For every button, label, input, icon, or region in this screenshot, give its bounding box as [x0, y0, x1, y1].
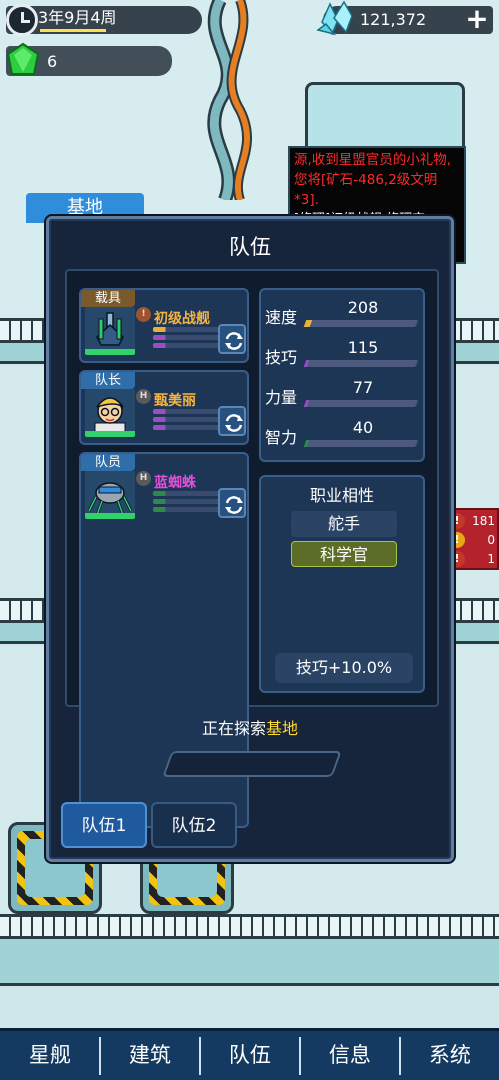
explore-progress-field	[162, 751, 342, 777]
team-panel: 队伍 载具 ! 初级战舰 队长 H 甄美丽 队员 H 蓝蜘蛛 速度 208 技巧…	[46, 216, 454, 862]
explore-status: 正在探索基地	[49, 715, 451, 739]
week-progress-bar	[40, 29, 106, 32]
nav-team[interactable]: 队伍	[200, 1031, 300, 1080]
alert-count: 1	[487, 552, 495, 566]
rank-badge-icon: H	[136, 389, 151, 404]
member-slots: 载具 ! 初级战舰 队长 H 甄美丽 队员 H 蓝蜘蛛	[79, 288, 249, 828]
slot-captain[interactable]: 队长 H 甄美丽	[79, 370, 249, 445]
cable-machine-icon	[207, 0, 253, 200]
stat-bar	[303, 360, 419, 367]
stat-bar	[153, 499, 223, 504]
affinity-title: 职业相性	[309, 486, 374, 505]
crew-portrait	[85, 471, 135, 519]
stat-value: 115	[347, 338, 379, 357]
panel-title: 队伍	[229, 235, 271, 259]
crystal-count: 121,372	[360, 10, 427, 29]
nav-building[interactable]: 建筑	[100, 1031, 200, 1080]
swap-icon	[225, 496, 243, 514]
alert-row: ! 1	[449, 551, 497, 569]
gem-icon	[6, 42, 40, 75]
hp-bar	[85, 513, 135, 519]
gem-count: 6	[47, 52, 58, 71]
affinity-item: 科学官	[291, 541, 397, 567]
bottom-nav: 星舰 建筑 队伍 信息 系统	[0, 1028, 499, 1080]
nav-system[interactable]: 系统	[400, 1031, 499, 1080]
slot-name: 初级战舰	[154, 311, 210, 327]
alert-row: ! 0	[449, 532, 497, 550]
swap-icon	[225, 414, 243, 432]
stat-bar	[153, 335, 223, 340]
hp-bar	[85, 431, 135, 437]
stat-bar	[153, 491, 223, 496]
stat-label: 力量	[265, 388, 298, 407]
stat-value: 40	[352, 418, 374, 437]
explore-location: 基地	[266, 719, 299, 738]
floor-bottom	[0, 986, 499, 1030]
slot-stat-bars	[153, 409, 223, 433]
stat-bar	[153, 409, 223, 414]
stat-fill	[303, 360, 310, 367]
slot-tag: 载具	[81, 290, 135, 307]
stat-intelligence: 智力 40	[265, 418, 421, 448]
tab-team-1[interactable]: 队伍1	[61, 802, 147, 848]
stat-strength: 力量 77	[265, 378, 421, 408]
captain-portrait	[85, 389, 135, 437]
stat-label: 技巧	[265, 348, 298, 367]
swap-button[interactable]	[218, 406, 246, 436]
crystal-icon	[316, 0, 353, 36]
stat-value: 77	[352, 378, 374, 397]
hp-bar	[85, 349, 135, 355]
team-stats: 速度 208 技巧 115 力量 77 智力 40	[259, 288, 425, 462]
date-text: 3年9月4周	[38, 8, 117, 27]
swap-button[interactable]	[218, 324, 246, 354]
nav-info[interactable]: 信息	[300, 1031, 400, 1080]
swap-icon	[225, 332, 243, 350]
tab-team-2[interactable]: 队伍2	[151, 802, 237, 848]
alert-row: ! 181	[449, 513, 497, 531]
rank-badge-icon: !	[136, 307, 151, 322]
stat-bar	[153, 327, 223, 332]
slot-stat-bars	[153, 327, 223, 351]
swap-button[interactable]	[218, 488, 246, 518]
slot-name: 蓝蜘蛛	[154, 475, 196, 491]
ship-portrait	[85, 307, 135, 355]
stat-label: 智力	[265, 428, 298, 447]
stat-label: 速度	[265, 308, 298, 327]
stat-bar	[303, 400, 419, 407]
job-affinity: 职业相性 舵手 科学官 技巧+10.0%	[259, 475, 425, 693]
slot-stat-bars	[153, 491, 223, 515]
slot-tag: 队员	[81, 454, 135, 471]
stat-fill	[303, 400, 310, 407]
rank-badge-icon: H	[136, 471, 151, 486]
team-detail: 载具 ! 初级战舰 队长 H 甄美丽 队员 H 蓝蜘蛛 速度 208 技巧 11…	[65, 269, 439, 828]
stat-bar	[303, 320, 419, 327]
alert-count: 181	[472, 514, 495, 528]
alert-count: 0	[487, 533, 495, 547]
affinity-bonus: 技巧+10.0%	[275, 653, 413, 683]
stat-bar	[303, 440, 419, 447]
stat-bar	[153, 343, 223, 348]
explore-prefix: 正在探索	[201, 719, 266, 738]
nav-ship[interactable]: 星舰	[0, 1031, 100, 1080]
slot-name: 甄美丽	[154, 393, 196, 409]
stat-bar	[153, 425, 223, 430]
clock-icon	[6, 4, 38, 36]
slot-tag: 队长	[81, 372, 135, 389]
stat-value: 208	[347, 298, 379, 317]
stat-skill: 技巧 115	[265, 338, 421, 368]
rail-lower	[0, 914, 499, 986]
event-log-text: 源,收到星盟官员的小礼物,您将[矿石-486,2级文明*3].	[294, 152, 452, 208]
stat-bar	[153, 507, 223, 512]
stat-fill	[303, 440, 310, 447]
add-crystal-button[interactable]: +	[463, 5, 491, 33]
slot-vehicle[interactable]: 载具 ! 初级战舰	[79, 288, 249, 363]
stat-fill	[303, 320, 312, 327]
stat-bar	[153, 417, 223, 422]
affinity-item: 舵手	[291, 511, 397, 537]
stat-speed: 速度 208	[265, 298, 421, 328]
